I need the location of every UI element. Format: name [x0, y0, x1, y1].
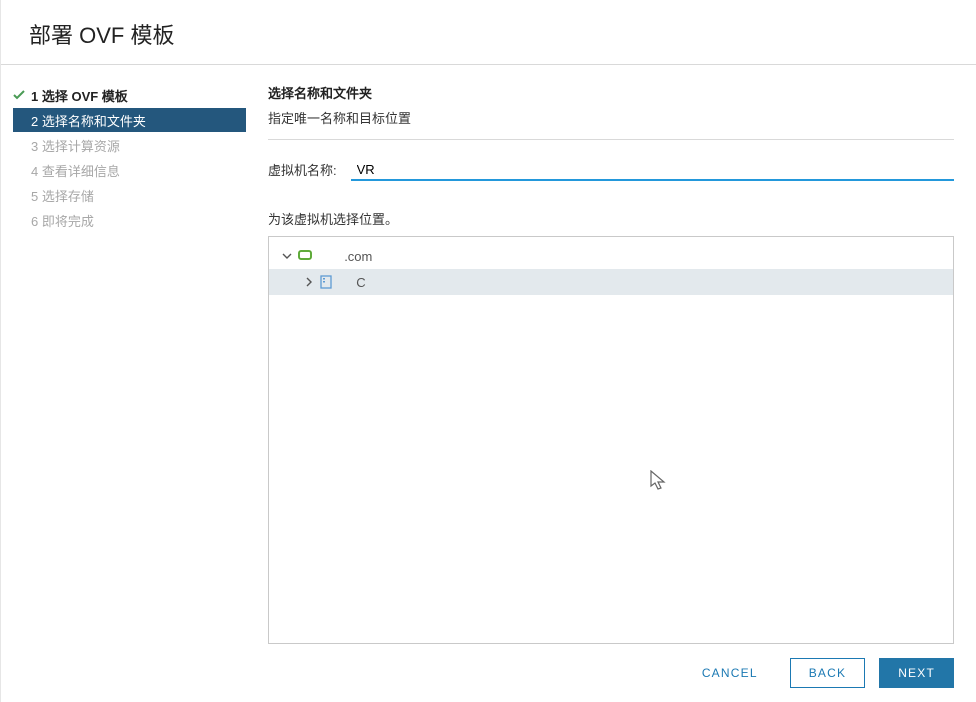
tree-node-suffix: C — [356, 275, 365, 290]
step-label: 4 查看详细信息 — [31, 161, 120, 180]
step-4-details: 4 查看详细信息 — [13, 158, 246, 182]
location-label: 为该虚拟机选择位置。 — [268, 209, 954, 228]
vcenter-icon — [297, 248, 313, 264]
panel-divider — [268, 139, 954, 140]
step-label: 5 选择存储 — [31, 186, 94, 205]
check-icon — [13, 89, 25, 101]
step-2-name-folder[interactable]: 2 选择名称和文件夹 — [13, 108, 246, 132]
tree-node-label — [317, 249, 340, 264]
panel-heading: 选择名称和文件夹 — [268, 83, 954, 102]
cancel-button[interactable]: CANCEL — [684, 658, 776, 688]
tree-node-label — [339, 275, 352, 290]
tree-row-vcenter[interactable]: .com — [269, 243, 953, 269]
step-1-select-ovf[interactable]: 1 选择 OVF 模板 — [13, 83, 246, 107]
tree-row-datacenter[interactable]: C — [269, 269, 953, 295]
step-label: 3 选择计算资源 — [31, 136, 120, 155]
datacenter-icon — [319, 274, 335, 290]
step-3-compute: 3 选择计算资源 — [13, 133, 246, 157]
tree-node-suffix: .com — [344, 249, 372, 264]
back-button[interactable]: BACK — [790, 658, 865, 688]
wizard-steps: 1 选择 OVF 模板 2 选择名称和文件夹 3 选择计算资源 4 查看详细信息… — [1, 65, 246, 644]
wizard-footer: CANCEL BACK NEXT — [1, 644, 976, 702]
step-5-storage: 5 选择存储 — [13, 183, 246, 207]
vm-name-row: 虚拟机名称: — [268, 158, 954, 181]
location-tree[interactable]: .com C — [268, 236, 954, 644]
chevron-right-icon[interactable] — [303, 276, 315, 288]
title-part-2: 模板 — [130, 23, 174, 48]
panel-main: 选择名称和文件夹 指定唯一名称和目标位置 虚拟机名称: 为该虚拟机选择位置。 — [246, 65, 976, 644]
step-label: 2 选择名称和文件夹 — [31, 111, 146, 130]
step-label: 6 即将完成 — [31, 211, 94, 230]
step-label: 1 选择 OVF 模板 — [31, 86, 128, 105]
title-part-1: 部署 — [29, 23, 79, 48]
chevron-down-icon[interactable] — [281, 250, 293, 262]
title-part-thin: OVF — [79, 23, 130, 48]
vm-name-label: 虚拟机名称: — [268, 160, 337, 179]
panel-subheading: 指定唯一名称和目标位置 — [268, 108, 954, 127]
dialog-title: 部署 OVF 模板 — [1, 0, 976, 64]
step-6-finish: 6 即将完成 — [13, 208, 246, 232]
vm-name-input[interactable] — [351, 158, 954, 181]
next-button[interactable]: NEXT — [879, 658, 954, 688]
